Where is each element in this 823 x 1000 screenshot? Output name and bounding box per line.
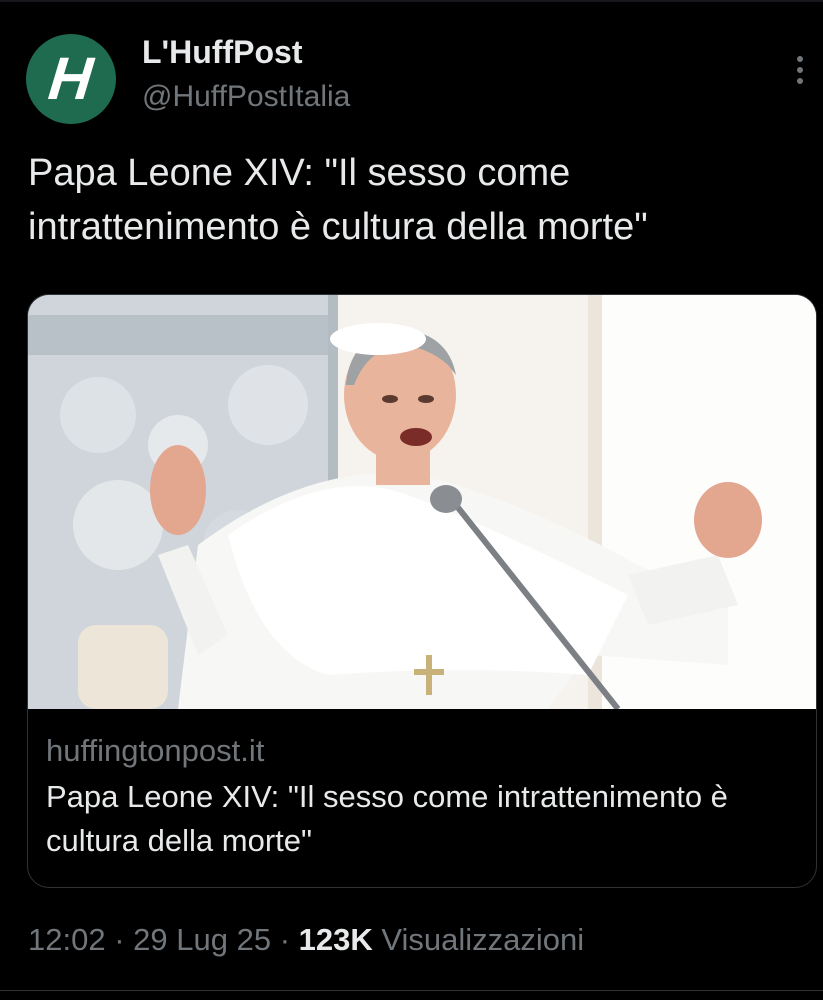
views-label: Visualizzazioni [381, 922, 585, 957]
top-divider [0, 0, 823, 2]
display-name[interactable]: L'HuffPost [142, 34, 302, 71]
bottom-divider [0, 990, 823, 991]
tweet-date[interactable]: 29 Lug 25 [133, 922, 271, 957]
more-dot [797, 78, 803, 84]
tweet-text: Papa Leone XIV: "Il sesso come intratten… [28, 152, 648, 248]
link-card[interactable]: huffingtonpost.it Papa Leone XIV: "Il se… [27, 294, 817, 888]
tweet-time[interactable]: 12:02 [28, 922, 106, 957]
user-handle[interactable]: @HuffPostItalia [142, 80, 350, 114]
avatar[interactable]: H [26, 34, 116, 124]
more-dots-icon[interactable] [788, 52, 812, 88]
card-domain: huffingtonpost.it [46, 733, 265, 768]
card-title: Papa Leone XIV: "Il sesso come intratten… [46, 779, 728, 858]
card-image[interactable] [28, 295, 816, 709]
separator: · [279, 922, 291, 957]
pope-photo [28, 295, 816, 709]
more-dot [797, 56, 803, 62]
timestamp-row: 12:02 · 29 Lug 25 · 123K Visualizzazioni [28, 922, 584, 958]
avatar-letter: H [45, 45, 97, 112]
more-dot [797, 67, 803, 73]
separator: · [114, 922, 125, 957]
views-count[interactable]: 123K [299, 922, 373, 957]
card-meta: huffingtonpost.it Papa Leone XIV: "Il se… [46, 731, 806, 863]
